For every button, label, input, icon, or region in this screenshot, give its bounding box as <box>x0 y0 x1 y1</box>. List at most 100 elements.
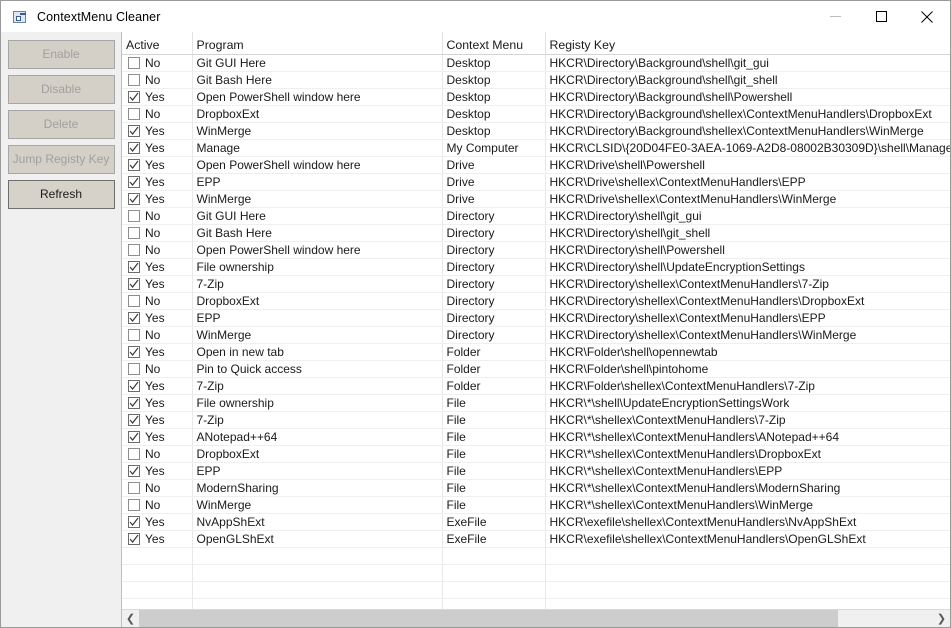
cell-context-menu: File <box>442 462 546 480</box>
table-row[interactable]: Yes 7-Zip File HKCR\*\shellex\ContextMenuHa… <box>122 411 950 429</box>
cell-registry-key: HKCR\*\shellex\ContextMenuHandlers\Dropb… <box>545 445 950 463</box>
checkbox-unchecked[interactable] <box>128 294 140 307</box>
checkbox-unchecked[interactable] <box>128 362 140 375</box>
horizontal-scrollbar[interactable]: ❮ ❯ <box>122 609 950 627</box>
cell-program: OpenGLShExt <box>192 530 443 548</box>
cell-context-menu: Drive <box>442 173 546 191</box>
cell-program: EPP <box>192 309 443 327</box>
checkbox-checked[interactable] <box>128 379 140 392</box>
checkbox-checked[interactable] <box>128 515 140 528</box>
cell-registry-key: HKCR\Directory\Background\shell\git_gui <box>545 54 950 72</box>
chevron-left-icon[interactable]: ❮ <box>122 610 139 627</box>
checkbox-unchecked[interactable] <box>128 107 140 120</box>
table-row[interactable]: No Git Bash Here Desktop HKCR\Directory\Bac… <box>122 71 950 89</box>
table-row[interactable]: Yes EPP File HKCR\*\shellex\ContextMenuHand… <box>122 462 950 480</box>
checkbox-checked[interactable] <box>128 345 140 358</box>
table-row[interactable]: Yes OpenGLShExt ExeFile HKCR\exefile\shelle… <box>122 530 950 548</box>
checkbox-checked[interactable] <box>128 90 140 103</box>
table-row[interactable]: Yes EPP Drive HKCR\Drive\shellex\ContextMen… <box>122 173 950 191</box>
app-icon <box>12 9 28 25</box>
checkbox-checked[interactable] <box>128 260 140 273</box>
cell-active: Yes <box>122 428 193 446</box>
cell-program: NvAppShExt <box>192 513 443 531</box>
checkbox-unchecked[interactable] <box>128 209 140 222</box>
checkbox-checked[interactable] <box>128 124 140 137</box>
active-label: No <box>145 480 161 495</box>
table-row[interactable]: Yes WinMerge Drive HKCR\Drive\shellex\Conte… <box>122 190 950 208</box>
checkbox-unchecked[interactable] <box>128 243 140 256</box>
table-row[interactable]: Yes WinMerge Desktop HKCR\Directory\Backgro… <box>122 122 950 140</box>
table-row[interactable]: No Pin to Quick access Folder HKCR\Folder\s… <box>122 360 950 378</box>
checkbox-checked[interactable] <box>128 413 140 426</box>
close-button[interactable] <box>904 1 950 32</box>
table-row[interactable]: No WinMerge File HKCR\*\shellex\ContextMenu… <box>122 496 950 514</box>
jump-registry-key-button[interactable]: Jump Registy Key <box>7 145 115 174</box>
refresh-button[interactable]: Refresh <box>7 180 115 209</box>
table-row[interactable]: Yes ANotepad++64 File HKCR\*\shellex\Contex… <box>122 428 950 446</box>
table-row-empty[interactable] <box>122 598 950 609</box>
checkbox-unchecked[interactable] <box>128 56 140 69</box>
checkbox-checked[interactable] <box>128 396 140 409</box>
cell-registry-key: HKCR\CLSID\{20D04FE0-3AEA-1069-A2D8-0800… <box>545 139 950 157</box>
table-row-empty[interactable] <box>122 581 950 599</box>
checkbox-checked[interactable] <box>128 192 140 205</box>
table-row[interactable]: No WinMerge Directory HKCR\Directory\shelle… <box>122 326 950 344</box>
checkbox-unchecked[interactable] <box>128 481 140 494</box>
table-row[interactable]: Yes EPP Directory HKCR\Directory\shellex\Co… <box>122 309 950 327</box>
checkbox-checked[interactable] <box>128 277 140 290</box>
table-row[interactable]: No Git Bash Here Directory HKCR\Directory\s… <box>122 224 950 242</box>
checkbox-checked[interactable] <box>128 464 140 477</box>
table-row[interactable]: Yes Open in new tab Folder HKCR\Folder\shel… <box>122 343 950 361</box>
app-window: ContextMenu Cleaner Enable Disable Delet… <box>0 0 951 628</box>
checkbox-unchecked[interactable] <box>128 447 140 460</box>
cell-active: No <box>122 360 193 378</box>
checkbox-checked[interactable] <box>128 141 140 154</box>
checkbox-checked[interactable] <box>128 532 140 545</box>
minimize-button[interactable] <box>812 1 858 32</box>
chevron-right-icon[interactable]: ❯ <box>933 610 950 627</box>
checkbox-checked[interactable] <box>128 311 140 324</box>
checkbox-unchecked[interactable] <box>128 328 140 341</box>
maximize-button[interactable] <box>858 1 904 32</box>
table-row-empty[interactable] <box>122 547 950 565</box>
column-header-active[interactable]: Active <box>122 32 193 55</box>
cell-registry-key: HKCR\Folder\shell\opennewtab <box>545 343 950 361</box>
enable-button[interactable]: Enable <box>7 40 115 69</box>
cell-context-menu: Desktop <box>442 88 546 106</box>
checkbox-checked[interactable] <box>128 175 140 188</box>
checkbox-unchecked[interactable] <box>128 226 140 239</box>
column-header-registry-key[interactable]: Registy Key <box>545 32 950 55</box>
table-row[interactable]: No Git GUI Here Desktop HKCR\Directory\Back… <box>122 54 950 72</box>
cell-program: Git GUI Here <box>192 54 443 72</box>
active-label: Yes <box>145 514 165 529</box>
checkbox-unchecked[interactable] <box>128 498 140 511</box>
delete-button[interactable]: Delete <box>7 110 115 139</box>
table-row[interactable]: Yes Manage My Computer HKCR\CLSID\{20D04FE0… <box>122 139 950 157</box>
table-row[interactable]: Yes File ownership File HKCR\*\shell\Update… <box>122 394 950 412</box>
disable-button[interactable]: Disable <box>7 75 115 104</box>
checkbox-unchecked[interactable] <box>128 73 140 86</box>
table-row[interactable]: No DropboxExt Directory HKCR\Directory\shel… <box>122 292 950 310</box>
checkbox-checked[interactable] <box>128 430 140 443</box>
scrollbar-thumb[interactable] <box>139 610 838 627</box>
cell-context-menu: My Computer <box>442 139 546 157</box>
table-row[interactable]: Yes Open PowerShell window here Desktop HKC… <box>122 88 950 106</box>
scrollbar-track[interactable] <box>139 610 933 627</box>
table-row[interactable]: No DropboxExt File HKCR\*\shellex\ContextMe… <box>122 445 950 463</box>
active-label: Yes <box>145 89 165 104</box>
table-row[interactable]: Yes NvAppShExt ExeFile HKCR\exefile\shellex… <box>122 513 950 531</box>
cell-empty <box>442 581 546 599</box>
checkbox-checked[interactable] <box>128 158 140 171</box>
table-row-empty[interactable] <box>122 564 950 582</box>
table-row[interactable]: No Git GUI Here Directory HKCR\Directory\sh… <box>122 207 950 225</box>
table-row[interactable]: No Open PowerShell window here Directory HK… <box>122 241 950 259</box>
table-row[interactable]: Yes 7-Zip Directory HKCR\Directory\shellex\… <box>122 275 950 293</box>
table-row[interactable]: No DropboxExt Desktop HKCR\Directory\Backgr… <box>122 105 950 123</box>
column-header-context-menu[interactable]: Context Menu <box>442 32 546 55</box>
column-header-program[interactable]: Program <box>192 32 443 55</box>
cell-active: No <box>122 326 193 344</box>
table-row[interactable]: Yes File ownership Directory HKCR\Directory… <box>122 258 950 276</box>
table-row[interactable]: No ModernSharing File HKCR\*\shellex\Contex… <box>122 479 950 497</box>
table-row[interactable]: Yes Open PowerShell window here Drive HKCR\… <box>122 156 950 174</box>
table-row[interactable]: Yes 7-Zip Folder HKCR\Folder\shellex\Contex… <box>122 377 950 395</box>
